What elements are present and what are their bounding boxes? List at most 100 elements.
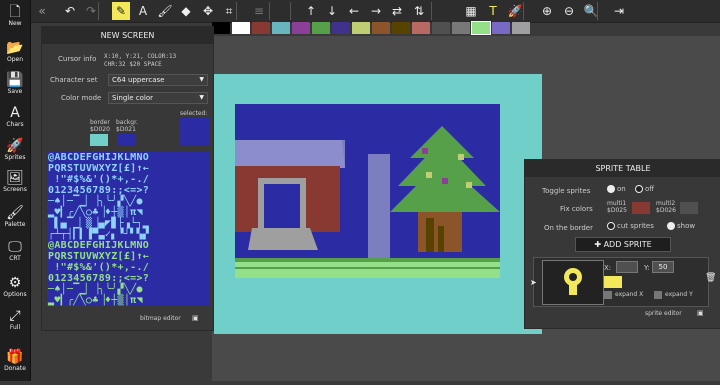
- sidebar-item-label: Options: [3, 291, 27, 298]
- charset-select[interactable]: C64 uppercase ▼: [108, 74, 208, 86]
- toolbar-separator: [290, 2, 291, 20]
- char-row: 0123456789:;<=>?: [47, 273, 209, 284]
- palette-swatch[interactable]: [212, 22, 230, 34]
- palette-swatch[interactable]: [412, 22, 430, 34]
- background-color-swatch[interactable]: [117, 134, 135, 146]
- lines-icon[interactable]: ≡: [250, 2, 268, 20]
- sidebar-item-sprites[interactable]: 🚀 Sprites: [0, 136, 30, 166]
- arrow-right-icon[interactable]: →: [367, 2, 385, 20]
- arrow-down-icon[interactable]: ↓: [323, 2, 341, 20]
- trash-icon[interactable]: 🗑: [705, 273, 716, 283]
- brush-icon[interactable]: 🖌: [156, 2, 174, 20]
- house-roof: [235, 140, 345, 168]
- chevron-down-icon: ▼: [199, 94, 204, 101]
- sidebar-item-options[interactable]: ⚙ Options: [0, 273, 30, 303]
- sprite-mode-icon[interactable]: 🚀: [506, 2, 524, 20]
- palette-swatch[interactable]: [352, 22, 370, 34]
- brush-icon: 🖌: [6, 205, 24, 221]
- character-grid[interactable]: @ABCDEFGHIJKLMNO PQRSTUVWXYZ[£]↑← !"#$%&'…: [47, 152, 209, 312]
- sidebar-item-screens[interactable]: 🖼 Screens: [0, 168, 30, 198]
- border-color-swatch[interactable]: [90, 134, 108, 146]
- palette-swatch[interactable]: [432, 22, 450, 34]
- sprites-on-radio[interactable]: on: [607, 185, 626, 193]
- sidebar-item-crt[interactable]: 🖵 CRT: [0, 237, 30, 267]
- border-hex: $D020: [90, 126, 110, 133]
- palette-swatch[interactable]: [372, 22, 390, 34]
- sprite-preview[interactable]: [542, 260, 604, 305]
- drag-handle-icon[interactable]: ➤: [530, 278, 537, 287]
- undo-icon[interactable]: ↶: [61, 2, 79, 20]
- fill-icon[interactable]: ◆: [177, 2, 195, 20]
- bitmap-editor-icon[interactable]: ▣: [192, 314, 199, 322]
- expand-y-label: expand Y: [665, 291, 693, 298]
- sidebar-item-new[interactable]: 🗋 New: [0, 2, 30, 32]
- background-label: backgr.: [116, 119, 138, 126]
- char-row: PQRSTUVWXYZ[£]↑←: [47, 251, 209, 262]
- multi2-color-swatch[interactable]: [680, 202, 698, 214]
- zoom-out-icon[interactable]: ⊖: [560, 2, 578, 20]
- show-sprites-radio[interactable]: show: [667, 222, 695, 230]
- palette-swatch[interactable]: [332, 22, 350, 34]
- y-input[interactable]: 50: [652, 261, 674, 273]
- grid-icon[interactable]: ▦: [462, 2, 480, 20]
- palette-swatch[interactable]: [252, 22, 270, 34]
- cut-sprites-radio[interactable]: cut sprites: [607, 222, 654, 230]
- add-sprite-button[interactable]: ✚ ADD SPRITE: [575, 237, 671, 252]
- new-screen-panel: NEW SCREEN Cursor info X:10, Y:21, COLOR…: [41, 26, 214, 331]
- collapse-sidebar-icon[interactable]: «: [33, 2, 51, 20]
- text-icon[interactable]: A: [134, 2, 152, 20]
- palette-swatch[interactable]: [512, 22, 530, 34]
- swap-vertical-icon[interactable]: ⇅: [410, 2, 428, 20]
- palette-swatch[interactable]: [292, 22, 310, 34]
- multi2-label: multi2: [656, 200, 676, 207]
- char-row: !"#$%&'()*+,-./: [47, 262, 209, 273]
- image-icon: 🖼: [6, 170, 24, 186]
- sprite-editor-label[interactable]: sprite editor: [645, 310, 682, 317]
- sidebar-item-chars[interactable]: A Chars: [0, 103, 30, 133]
- sidebar-item-open[interactable]: 📂 Open: [0, 38, 30, 68]
- move-icon[interactable]: ✥: [199, 2, 217, 20]
- palette-swatch[interactable]: [471, 21, 491, 35]
- char-row: @ABCDEFGHIJKLMNO: [47, 152, 209, 163]
- chars-icon: A: [10, 105, 20, 121]
- palette-swatch[interactable]: [272, 22, 290, 34]
- x-label: X:: [604, 264, 612, 272]
- sidebar-item-label: Donate: [4, 365, 26, 372]
- door: [264, 184, 300, 228]
- expand-x-checkbox[interactable]: [604, 291, 612, 299]
- sprite-editor-icon[interactable]: ▣: [697, 309, 704, 317]
- palette-swatch[interactable]: [492, 22, 510, 34]
- palette-swatch[interactable]: [392, 22, 410, 34]
- text-mode-icon[interactable]: T: [484, 2, 502, 20]
- multi1-label: multi1: [607, 200, 627, 207]
- swap-horizontal-icon[interactable]: ⇄: [388, 2, 406, 20]
- on-border-label: On the border: [544, 224, 593, 232]
- bitmap-editor-label[interactable]: bitmap editor: [140, 315, 181, 322]
- colormode-select[interactable]: Single color ▼: [108, 92, 208, 104]
- new-screen-title: NEW SCREEN: [42, 27, 213, 44]
- exit-icon[interactable]: ⇥: [610, 2, 628, 20]
- sidebar-item-save[interactable]: 💾 Save: [0, 70, 30, 100]
- save-icon: 💾: [6, 72, 24, 88]
- arrow-left-icon[interactable]: ←: [345, 2, 363, 20]
- palette-swatch[interactable]: [452, 22, 470, 34]
- sprites-off-radio[interactable]: off: [635, 185, 654, 193]
- expand-y-checkbox[interactable]: [654, 291, 662, 299]
- multi1-color-swatch[interactable]: [632, 202, 650, 214]
- palette-swatch[interactable]: [232, 22, 250, 34]
- pencil-icon[interactable]: ✎: [112, 2, 130, 20]
- char-row: ─♠│─▔▁▏▕╮╰╯▞╲╱●: [47, 284, 209, 295]
- char-row: @ABCDEFGHIJKLMNO: [47, 240, 209, 251]
- sprite-row[interactable]: ➤ X: Y: 50 expand X expand Y: [530, 257, 709, 307]
- multi1-hex: $D025: [607, 207, 627, 214]
- sidebar-item-palette[interactable]: 🖌 Palette: [0, 203, 30, 233]
- gear-icon: ⚙: [8, 275, 22, 291]
- zoom-in-icon[interactable]: ⊕: [538, 2, 556, 20]
- sidebar-item-full[interactable]: ⤢ Full: [0, 306, 30, 336]
- arrow-up-icon[interactable]: ↑: [302, 2, 320, 20]
- palette-swatch[interactable]: [312, 22, 330, 34]
- sidebar-item-donate[interactable]: 🎁 Donate: [0, 347, 30, 377]
- x-input[interactable]: [616, 261, 638, 273]
- charset-value: C64 uppercase: [112, 76, 165, 84]
- sprite-color-swatch[interactable]: [604, 276, 622, 288]
